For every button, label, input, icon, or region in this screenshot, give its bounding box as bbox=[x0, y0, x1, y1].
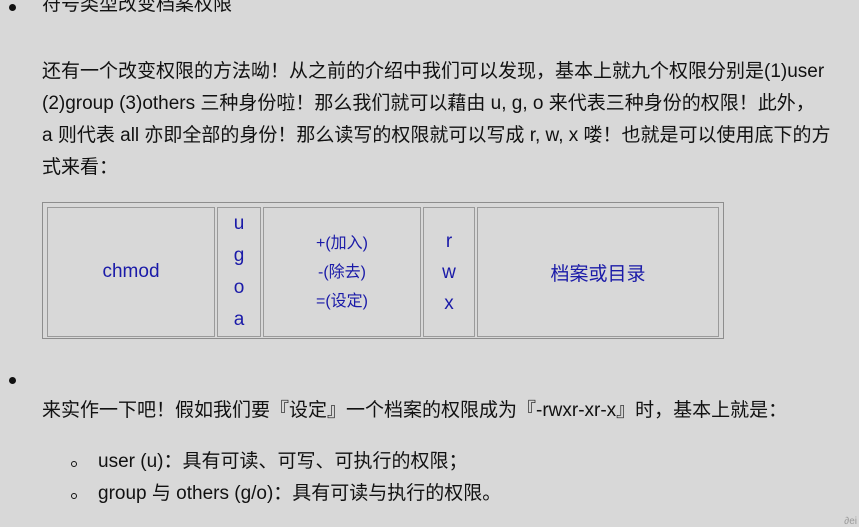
who-o: o bbox=[233, 277, 245, 298]
sub-list-item: user (u)：具有可读、可写、可执行的权限； bbox=[98, 451, 468, 472]
permission-w: w bbox=[442, 261, 456, 283]
paragraph-line: 还有一个改变权限的方法呦！从之前的介绍中我们可以发现，基本上就九个权限分别是(1… bbox=[42, 61, 825, 82]
permission-cell: r w x bbox=[423, 207, 475, 337]
corner-watermark: ∂ei bbox=[844, 516, 857, 527]
sub-bullet-circle bbox=[71, 493, 77, 499]
who-a: a bbox=[233, 309, 245, 330]
bullet-dot bbox=[9, 377, 16, 384]
permission-x: x bbox=[444, 292, 454, 314]
syntax-table: chmod u g o a +(加入) -(除去) =(设定) r w x 档案… bbox=[45, 205, 721, 339]
target-text: 档案或目录 bbox=[550, 263, 646, 285]
intro-paragraph: 还有一个改变权限的方法呦！从之前的介绍中我们可以发现，基本上就九个权限分别是(1… bbox=[42, 56, 842, 184]
table-row: chmod u g o a +(加入) -(除去) =(设定) r w x 档案… bbox=[47, 207, 719, 337]
paragraph-line: 来实作一下吧！假如我们要『设定』一个档案的权限成为『-rwxr-xr-x』时，基… bbox=[42, 400, 788, 421]
command-text: chmod bbox=[102, 261, 160, 282]
target-cell: 档案或目录 bbox=[477, 207, 719, 337]
who-g: g bbox=[233, 245, 245, 266]
who-u: u bbox=[233, 213, 245, 234]
permission-r: r bbox=[445, 230, 453, 252]
operator-set: =(设定) bbox=[315, 292, 368, 310]
chmod-syntax-table: chmod u g o a +(加入) -(除去) =(设定) r w x 档案… bbox=[42, 202, 724, 339]
operator-cell: +(加入) -(除去) =(设定) bbox=[263, 207, 421, 337]
command-cell: chmod bbox=[47, 207, 215, 337]
operator-remove: -(除去) bbox=[318, 263, 366, 281]
paragraph-line: a 则代表 all 亦即全部的身份！那么读写的权限就可以写成 r, w, x 喽… bbox=[42, 125, 831, 146]
example-paragraph: 来实作一下吧！假如我们要『设定』一个档案的权限成为『-rwxr-xr-x』时，基… bbox=[42, 395, 842, 427]
paragraph-line: (2)group (3)others 三种身份啦！那么我们就可以藉由 u, g,… bbox=[42, 93, 815, 114]
operator-add: +(加入) bbox=[315, 234, 368, 252]
bullet-dot bbox=[9, 4, 16, 11]
paragraph-line: 式来看： bbox=[42, 157, 119, 178]
sub-list-item: group 与 others (g/o)：具有可读与执行的权限。 bbox=[98, 483, 502, 504]
sub-bullet-circle bbox=[71, 461, 77, 467]
who-cell: u g o a bbox=[217, 207, 261, 337]
document-page: 符号类型改变档案权限 还有一个改变权限的方法呦！从之前的介绍中我们可以发现，基本… bbox=[0, 0, 859, 527]
section-heading: 符号类型改变档案权限 bbox=[42, 0, 233, 15]
